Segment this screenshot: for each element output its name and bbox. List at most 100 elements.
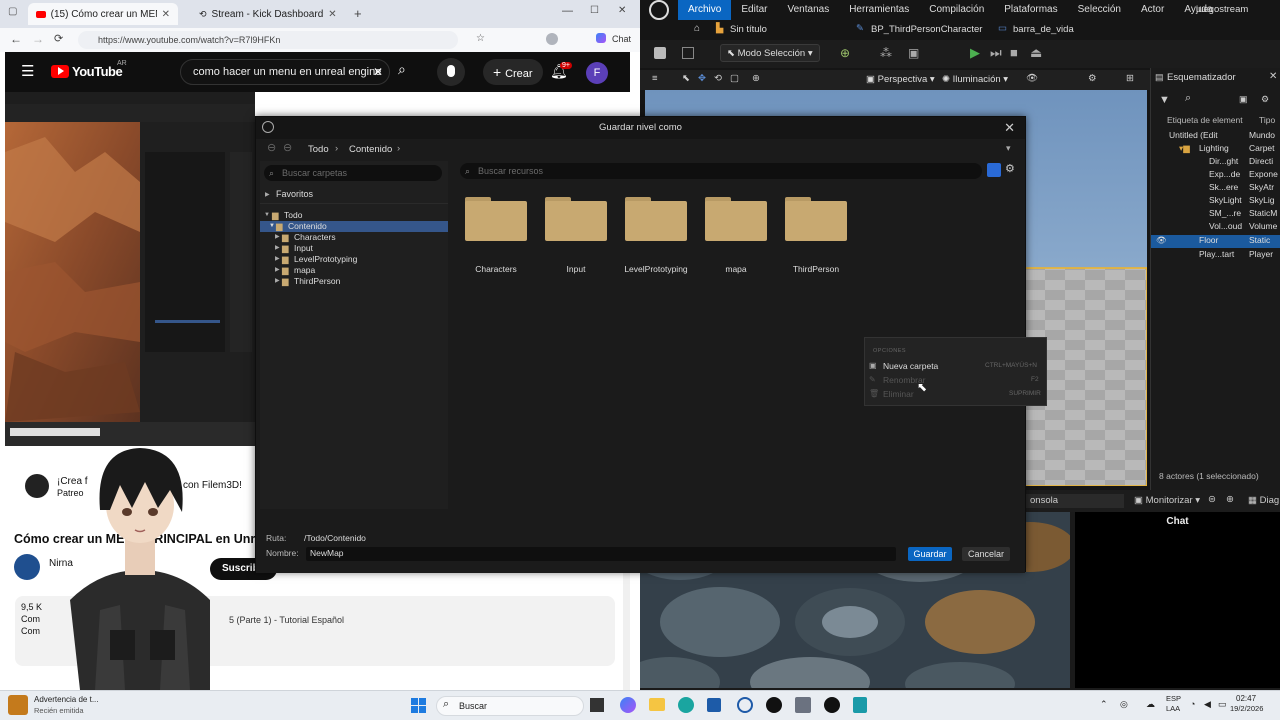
- file-explorer-icon[interactable]: [649, 698, 665, 711]
- perspective-dropdown[interactable]: ▣ Perspectiva ▾: [866, 74, 935, 85]
- scale-tool-icon[interactable]: ▢: [730, 73, 739, 84]
- content-icon[interactable]: [682, 47, 694, 59]
- tab-bp-thirdperson[interactable]: BP_ThirdPersonCharacter: [871, 24, 982, 35]
- menu-herramientas[interactable]: Herramientas: [839, 0, 919, 20]
- folder-characters[interactable]: Characters: [464, 197, 528, 274]
- folder-thirdperson[interactable]: ThirdPerson: [784, 197, 848, 274]
- outliner-row[interactable]: Exp...de Expone: [1151, 169, 1280, 182]
- outliner-row[interactable]: SkyLight SkyLig: [1151, 195, 1280, 208]
- asset-search-input[interactable]: ⌕ Buscar recursos: [460, 163, 982, 179]
- folder-search-input[interactable]: ⌕ Buscar carpetas: [264, 165, 442, 181]
- select-tool-icon[interactable]: ⬉: [682, 73, 690, 84]
- tree-item-thirdperson[interactable]: ▶ ▆ ThirdPerson: [260, 276, 448, 287]
- close-outliner-icon[interactable]: ✕: [1269, 71, 1277, 82]
- language-code[interactable]: ESP: [1166, 694, 1181, 703]
- menu-ventanas[interactable]: Ventanas: [777, 0, 839, 20]
- vscode-icon[interactable]: [795, 697, 811, 713]
- menu-actor[interactable]: Actor: [1131, 0, 1174, 20]
- tab-actions-icon[interactable]: ▢: [8, 6, 17, 17]
- breadcrumb-todo[interactable]: Todo: [308, 144, 329, 155]
- filter-icon[interactable]: ▼: [1159, 94, 1170, 106]
- wifi-icon[interactable]: ◔: [1190, 699, 1195, 709]
- menu-item-eliminar[interactable]: 🗑︎ Eliminar SUPRIMIR: [869, 388, 1041, 400]
- network-icon[interactable]: ◎: [1120, 699, 1128, 710]
- cancel-button[interactable]: Cancelar: [962, 547, 1010, 561]
- chat-label[interactable]: Chat: [612, 34, 631, 44]
- folder-levelprototyping[interactable]: LevelPrototyping: [624, 197, 688, 274]
- edge-icon[interactable]: [678, 697, 694, 713]
- youtube-search-input[interactable]: como hacer un menu en unreal engine ✕: [180, 59, 390, 85]
- search-icon[interactable]: ⌕: [398, 61, 406, 78]
- outliner-row[interactable]: SM_...re StaticM: [1151, 208, 1280, 221]
- layout-icon[interactable]: ⊞: [1126, 73, 1134, 84]
- minimize-icon[interactable]: —: [562, 5, 573, 17]
- tree-item-todo[interactable]: ▼ ▆ Todo: [260, 210, 448, 221]
- task-view-icon[interactable]: [590, 698, 604, 712]
- tab-barra-de-vida[interactable]: barra_de_vida: [1013, 24, 1074, 35]
- history-dropdown-icon[interactable]: ▾: [1006, 143, 1011, 154]
- close-tab-icon[interactable]: ✕: [162, 9, 170, 20]
- view-settings-icon[interactable]: ⚙: [1005, 162, 1015, 175]
- unreal-icon[interactable]: [824, 697, 840, 713]
- volume-icon[interactable]: ◀: [1204, 699, 1211, 710]
- tree-item-input[interactable]: ▶ ▆ Input: [260, 243, 448, 254]
- source-control-icon[interactable]: ⊕: [1226, 494, 1234, 505]
- outliner-settings-icon[interactable]: ⚙: [1261, 94, 1269, 105]
- start-icon[interactable]: [411, 698, 427, 714]
- clear-search-icon[interactable]: ✕: [373, 60, 383, 84]
- add-actor-icon[interactable]: ⊕: [840, 46, 850, 60]
- folder-input[interactable]: Input: [544, 197, 608, 274]
- tray-chevron-icon[interactable]: ⌃: [1100, 699, 1108, 710]
- account-avatar[interactable]: F: [586, 62, 608, 84]
- browser-tab-youtube[interactable]: (15) Cómo crear un MENÚ PR ✕: [28, 3, 178, 25]
- outliner-row[interactable]: Play...tart Player: [1151, 249, 1280, 262]
- world-space-icon[interactable]: ⊕: [752, 73, 760, 84]
- notification-app-icon[interactable]: [8, 695, 28, 715]
- revision-icon[interactable]: ⊜: [1208, 494, 1216, 505]
- column-label[interactable]: Etiqueta de element: [1167, 115, 1243, 125]
- name-input[interactable]: NewMap: [306, 547, 896, 561]
- obs-icon[interactable]: [766, 697, 782, 713]
- video-player[interactable]: [5, 92, 255, 446]
- view-mode-icon[interactable]: [987, 163, 1001, 177]
- favorites-section[interactable]: Favoritos: [276, 189, 313, 199]
- breadcrumb-contenido[interactable]: Contenido: [349, 144, 392, 155]
- console-input[interactable]: onsola: [1026, 494, 1124, 508]
- back-icon[interactable]: ⊖: [267, 141, 276, 154]
- cloud-icon[interactable]: ☁: [1146, 699, 1155, 710]
- close-window-icon[interactable]: ✕: [618, 5, 626, 16]
- save-icon[interactable]: [654, 47, 666, 59]
- monitor-dropdown[interactable]: ▣ Monitorizar ▾: [1134, 495, 1200, 506]
- stop-icon[interactable]: ■: [1010, 45, 1018, 60]
- store-icon[interactable]: [707, 698, 721, 712]
- outliner-search-icon[interactable]: ⌕: [1185, 92, 1191, 105]
- back-icon[interactable]: ←: [10, 32, 22, 46]
- menu-editar[interactable]: Editar: [731, 0, 777, 20]
- tab-sin-titulo[interactable]: Sin título: [730, 24, 767, 35]
- notification-title[interactable]: Advertencia de t...: [34, 695, 98, 704]
- keyboard-layout[interactable]: LAA: [1166, 704, 1180, 713]
- tree-item-characters[interactable]: ▶ ▆ Characters: [260, 232, 448, 243]
- outliner-row[interactable]: Untitled (Edit Mundo: [1151, 130, 1280, 143]
- menu-plataformas[interactable]: Plataformas: [994, 0, 1067, 20]
- browser-tab-kick[interactable]: ⟲ Stream - Kick Dashboard ✕: [186, 3, 344, 25]
- app-icon[interactable]: [737, 697, 753, 713]
- outliner-row[interactable]: Sk...ere SkyAtr: [1151, 182, 1280, 195]
- clock-date[interactable]: 19/2/2026: [1230, 704, 1263, 713]
- tree-item-mapa[interactable]: ▶ ▆ mapa: [260, 265, 448, 276]
- settings-icon[interactable]: ⚙: [1088, 73, 1097, 84]
- menu-compilacion[interactable]: Compilación: [919, 0, 994, 20]
- menu-seleccion[interactable]: Selección: [1068, 0, 1131, 20]
- lighting-dropdown[interactable]: ✺ Iluminación ▾: [942, 74, 1008, 85]
- outliner-row-selected[interactable]: 👁︎ Floor Static: [1151, 235, 1280, 248]
- column-type[interactable]: Tipo: [1259, 115, 1275, 125]
- tree-item-contenido[interactable]: ▼ ▆ Contenido: [260, 221, 448, 232]
- menu-item-nueva-carpeta[interactable]: ▣ Nueva carpeta CTRL+MAYÚS+N: [869, 360, 1037, 372]
- channel-avatar[interactable]: [14, 554, 40, 580]
- maximize-icon[interactable]: ☐: [590, 5, 599, 16]
- cinematics-icon[interactable]: ▣: [908, 46, 919, 60]
- favorite-star-icon[interactable]: ☆: [476, 33, 485, 44]
- save-button[interactable]: Guardar: [908, 547, 952, 561]
- eject-icon[interactable]: ⏏: [1030, 45, 1042, 61]
- forward-icon[interactable]: →: [32, 32, 44, 46]
